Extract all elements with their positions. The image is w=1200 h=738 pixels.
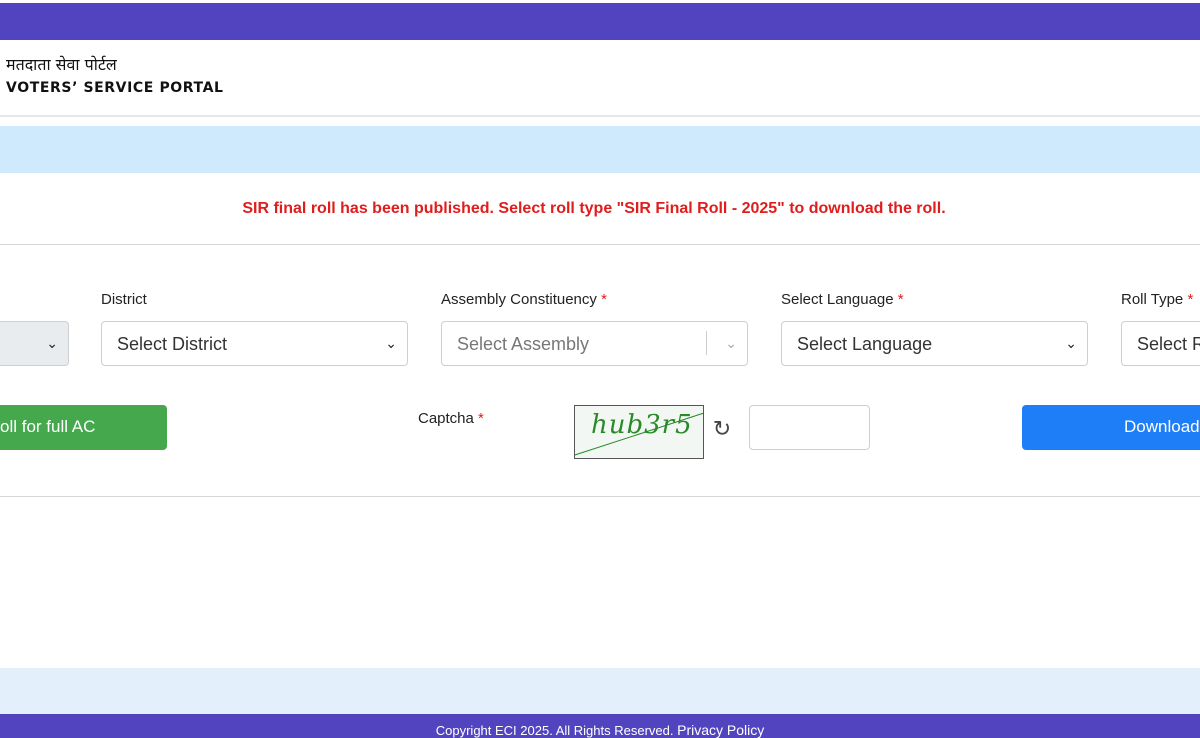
roll-type-select-value: Select R [1137,334,1200,354]
language-label: Select Language * [781,291,904,308]
copyright-text: Copyright ECI 2025. All Rights Reserved. [435,723,674,738]
assembly-label: Assembly Constituency * [441,291,607,308]
privacy-policy-link[interactable]: Privacy Policy [677,722,764,738]
captcha-input[interactable] [749,405,870,450]
top-bar [0,0,1200,40]
chevron-down-icon: ⌄ [1065,335,1077,351]
captcha-label: Captcha * [418,410,484,427]
language-select[interactable]: Select Language ⌄ [781,321,1088,366]
info-strip [0,126,1200,173]
refresh-icon[interactable]: ↻ [709,416,735,442]
state-select[interactable]: ⌄ [0,321,69,366]
header: मतदाता सेवा पोर्टल VOTERS’ SERVICE PORTA… [0,40,1200,117]
roll-type-select[interactable]: Select R [1121,321,1200,366]
chevron-down-icon: ⌄ [385,335,397,351]
chevron-down-icon: ⌄ [46,335,58,351]
assembly-select-value: Select Assembly [457,334,590,354]
roll-type-label: Roll Type * [1121,291,1194,308]
captcha-text: hub3r5 [591,410,693,440]
district-label: District [101,291,147,308]
chevron-down-icon: ⌄ [725,335,737,351]
download-button[interactable]: Download [1022,405,1200,450]
captcha-image: hub3r5 [574,405,704,459]
divider [0,244,1200,245]
district-select[interactable]: Select District ⌄ [101,321,408,366]
download-full-ac-button[interactable]: oll for full AC [0,405,167,450]
language-select-value: Select Language [797,334,933,354]
portal-title-hindi: मतदाता सेवा पोर्टल [6,55,117,74]
divider [0,496,1200,497]
assembly-select[interactable]: Select Assembly ⌄ [441,321,748,366]
notice-message: SIR final roll has been published. Selec… [242,200,946,217]
select-separator [706,331,707,355]
portal-title-english: VOTERS’ SERVICE PORTAL [6,80,224,96]
district-select-value: Select District [117,334,228,354]
bottom-strip [0,668,1200,714]
footer: Copyright ECI 2025. All Rights Reserved.… [0,714,1200,738]
